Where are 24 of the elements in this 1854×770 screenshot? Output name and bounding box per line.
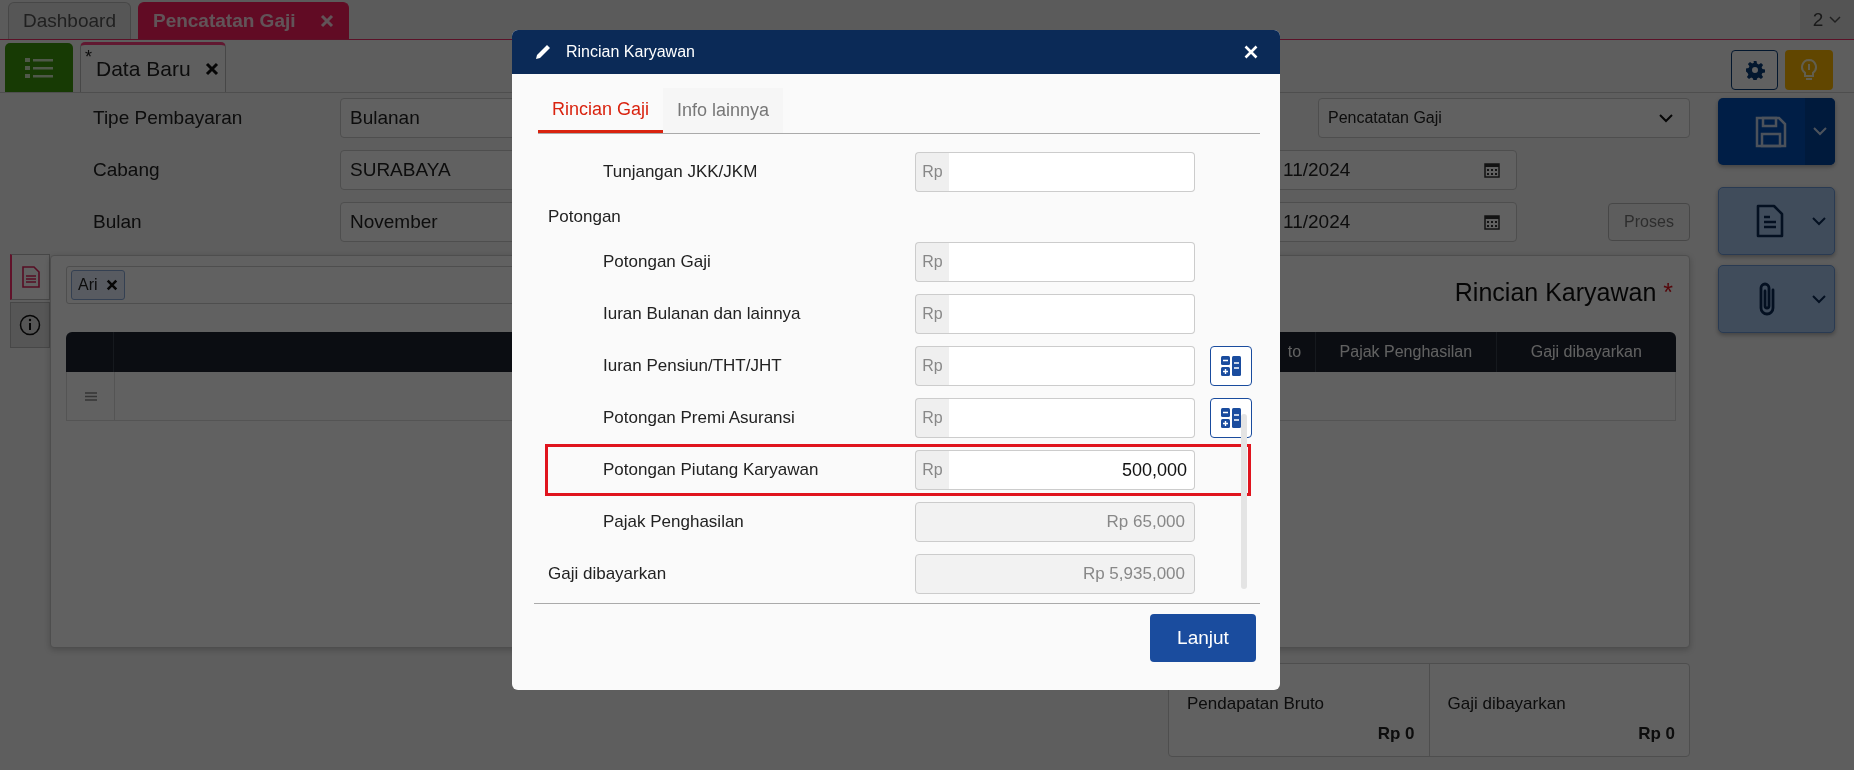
total-label: Pendapatan Bruto [1187,694,1326,714]
column-header: Pajak Penghasilan [1339,343,1473,361]
field-label: Potongan Piutang Karyawan [602,460,820,480]
field-label: Potongan Premi Asuransi [602,408,796,428]
readonly-field: Rp 65,000 [915,502,1195,542]
field-label: Iuran Pensiun/THT/JHT [602,356,783,376]
field-label: Tunjangan JKK/JKM [602,162,759,182]
total-value: Rp 0 [1377,724,1415,744]
required-mark: * [1663,278,1673,306]
readonly-field: Rp 5,935,000 [915,554,1195,594]
field-label: Cabang [93,159,161,181]
total-label: Gaji dibayarkan [1447,694,1567,714]
field-label: Potongan Gaji [602,252,712,272]
field-label: Gaji dibayarkan [548,564,668,584]
column-header: to [1287,343,1302,361]
total-value: Rp 0 [1638,724,1675,744]
field-label: Tipe Pembayaran [93,107,244,129]
field-label: Iuran Bulanan dan lainnya [602,304,802,324]
dialog-title: Rincian Karyawan [566,43,695,61]
field-label: Pajak Penghasilan [602,512,745,532]
field-label: Potongan [548,207,622,227]
column-header: Gaji dibayarkan [1530,343,1642,361]
panel-title: Rincian Karyawan [1454,278,1657,306]
field-label: Bulan [93,211,143,233]
